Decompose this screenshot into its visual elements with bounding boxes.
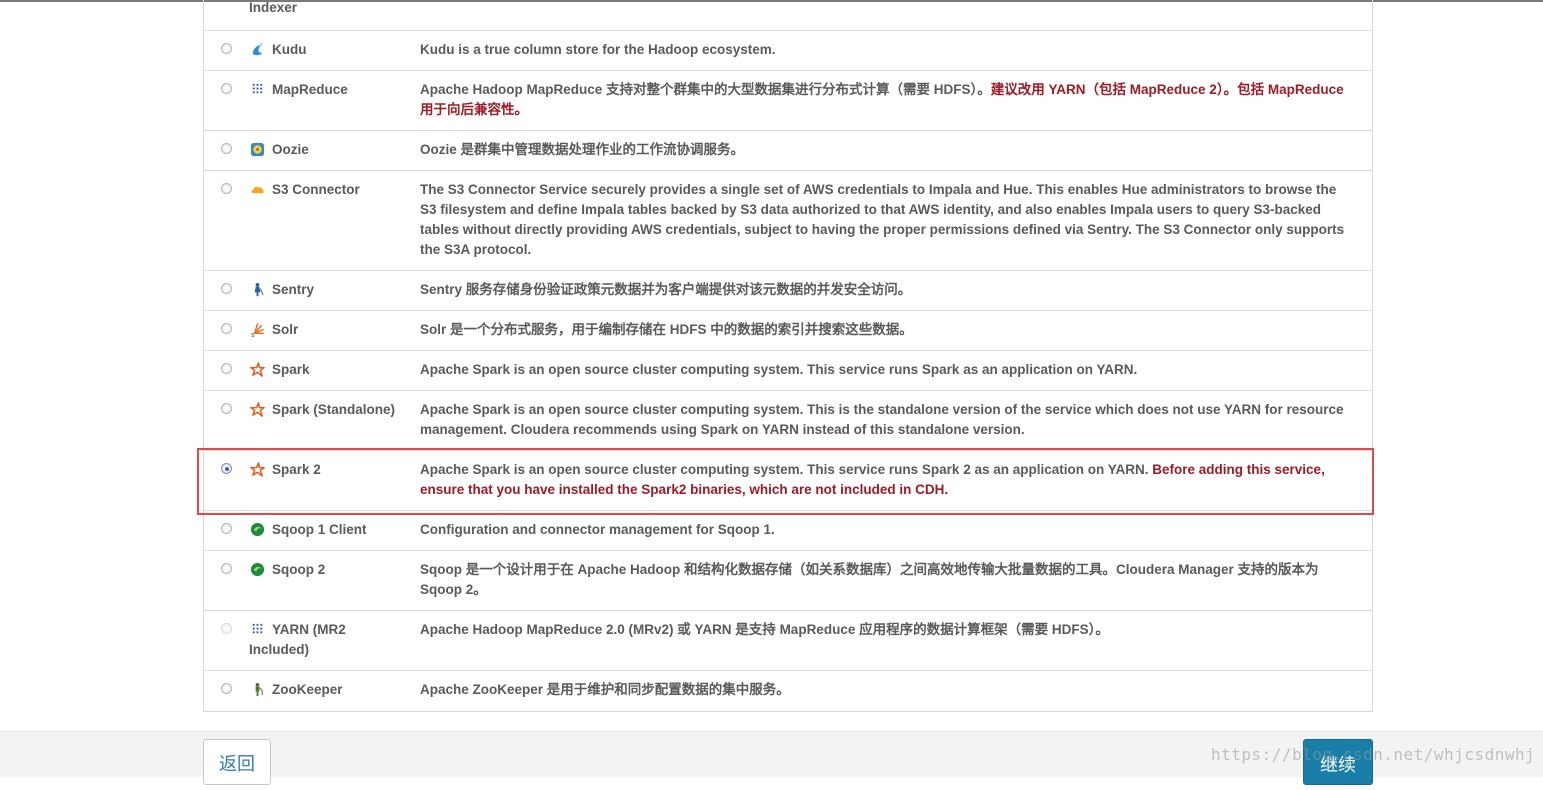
solr-icon: S — [251, 323, 264, 337]
spark-icon — [250, 462, 265, 477]
service-description: Oozie 是群集中管理数据处理作业的工作流协调服务。 — [420, 142, 745, 157]
sentry-icon — [254, 282, 264, 297]
service-name: Spark — [272, 362, 310, 377]
service-description: Apache Spark is an open source cluster c… — [420, 362, 1138, 377]
service-description: Apache Hadoop MapReduce 支持对整个群集中的大型数据集进行… — [420, 80, 1355, 120]
service-name: ZooKeeper — [272, 682, 343, 697]
service-radio[interactable] — [221, 563, 232, 574]
service-radio[interactable] — [221, 43, 232, 54]
service-description: Kudu is a true column store for the Hado… — [420, 42, 776, 57]
service-table: Indexer Kudu Kudu is a true column store… — [203, 0, 1373, 712]
spark-icon — [250, 402, 265, 417]
service-row-sqoop-1-client[interactable]: Sqoop 1 Client Configuration and connect… — [204, 510, 1372, 551]
service-radio[interactable] — [221, 403, 232, 414]
service-radio-selected[interactable] — [221, 463, 232, 474]
oozie-icon — [250, 142, 265, 157]
description-text: Apache Spark is an open source cluster c… — [420, 462, 1149, 477]
service-row-yarn[interactable]: YARN (MR2 Included) Apache Hadoop MapRed… — [204, 610, 1372, 671]
service-description: Apache Hadoop MapReduce 2.0 (MRv2) 或 YAR… — [420, 622, 1109, 637]
kudu-icon — [252, 42, 263, 56]
service-row-zookeeper[interactable]: ZooKeeper Apache ZooKeeper 是用于维护和同步配置数据的… — [204, 670, 1372, 712]
service-description: Apache Spark is an open source cluster c… — [420, 402, 1344, 437]
service-row-indexer[interactable]: Indexer — [204, 0, 1372, 30]
service-row-solr[interactable]: S Solr Solr 是一个分布式服务，用于编制存储在 HDFS 中的数据的索… — [204, 310, 1372, 351]
service-name: Spark (Standalone) — [272, 402, 396, 417]
service-radio[interactable] — [221, 683, 232, 694]
service-name: Kudu — [272, 42, 307, 57]
watermark: https://blog.csdn.net/whjcsdnwhj — [1211, 745, 1536, 764]
description-text: Apache Hadoop MapReduce 支持对整个群集中的大型数据集进行… — [420, 82, 991, 97]
service-radio[interactable] — [221, 523, 232, 534]
cloud-icon — [251, 186, 264, 194]
service-row-sqoop-2[interactable]: Sqoop 2 Sqoop 是一个设计用于在 Apache Hadoop 和结构… — [204, 550, 1372, 611]
service-radio[interactable] — [221, 183, 232, 194]
service-row-s3-connector[interactable]: S3 Connector The S3 Connector Service se… — [204, 170, 1372, 271]
service-description: Sqoop 是一个设计用于在 Apache Hadoop 和结构化数据存储（如关… — [420, 562, 1319, 597]
service-description: Configuration and connector management f… — [420, 522, 775, 537]
service-row-spark-standalone[interactable]: Spark (Standalone) Apache Spark is an op… — [204, 390, 1372, 451]
back-button[interactable]: 返回 — [203, 739, 271, 785]
service-name: MapReduce — [272, 82, 348, 97]
service-row-spark[interactable]: Spark Apache Spark is an open source clu… — [204, 350, 1372, 391]
service-name: Sqoop 1 Client — [272, 522, 367, 537]
service-radio[interactable] — [221, 363, 232, 374]
service-name: Indexer — [249, 0, 298, 15]
service-name: S3 Connector — [272, 182, 360, 197]
mapreduce-icon — [252, 83, 263, 94]
service-name: YARN (MR2 Included) — [249, 622, 346, 657]
service-description: Apache ZooKeeper 是用于维护和同步配置数据的集中服务。 — [420, 682, 790, 697]
service-description: Sentry 服务存储身份验证政策元数据并为客户端提供对该元数据的并发安全访问。 — [420, 282, 912, 297]
spark-icon — [250, 362, 265, 377]
sqoop-icon — [250, 522, 265, 537]
service-row-kudu[interactable]: Kudu Kudu is a true column store for the… — [204, 30, 1372, 71]
service-radio[interactable] — [221, 323, 232, 334]
service-row-spark-2[interactable]: Spark 2 Apache Spark is an open source c… — [204, 450, 1372, 511]
service-name: Sentry — [272, 282, 315, 297]
sqoop-icon — [250, 562, 265, 577]
service-radio[interactable] — [221, 283, 232, 294]
service-row-oozie[interactable]: Oozie Oozie 是群集中管理数据处理作业的工作流协调服务。 — [204, 130, 1372, 171]
service-radio[interactable] — [221, 143, 232, 154]
svg-text:S: S — [251, 333, 255, 337]
service-radio-disabled — [221, 623, 232, 634]
service-name: Spark 2 — [272, 462, 321, 477]
service-radio[interactable] — [221, 83, 232, 94]
service-description: Apache Spark is an open source cluster c… — [420, 460, 1355, 500]
service-row-mapreduce[interactable]: MapReduce Apache Hadoop MapReduce 支持对整个群… — [204, 70, 1372, 131]
service-description: The S3 Connector Service securely provid… — [420, 182, 1345, 257]
service-name: Sqoop 2 — [272, 562, 326, 577]
service-name: Oozie — [272, 142, 309, 157]
zookeeper-icon — [255, 682, 263, 697]
service-name: Solr — [272, 322, 299, 337]
service-description: Solr 是一个分布式服务，用于编制存储在 HDFS 中的数据的索引并搜索这些数… — [420, 322, 913, 337]
service-row-sentry[interactable]: Sentry Sentry 服务存储身份验证政策元数据并为客户端提供对该元数据的… — [204, 270, 1372, 311]
